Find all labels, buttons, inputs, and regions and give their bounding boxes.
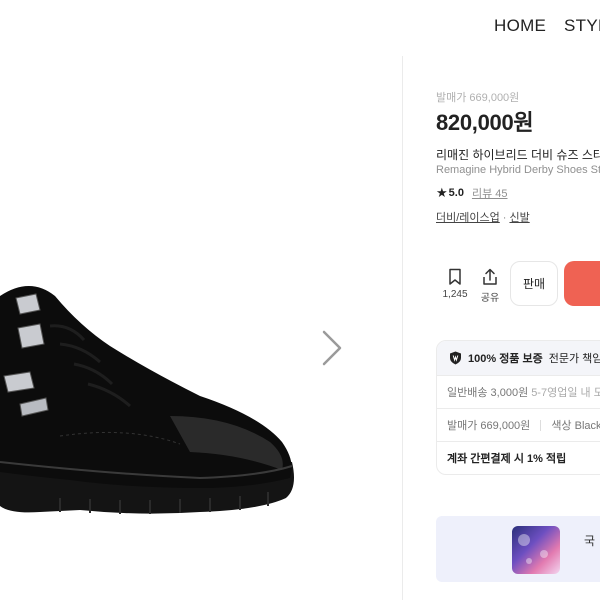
save-count: 1,245 [442, 289, 468, 300]
promo-row[interactable]: 계좌 간편결제 시 1% 적립 [437, 441, 600, 474]
guarantee-subline: 전문가 책임 [548, 353, 600, 365]
share-label: 공유 [480, 293, 500, 304]
product-name-en: Remagine Hybrid Derby Shoes Star [436, 164, 600, 176]
nav-home[interactable]: HOME [494, 16, 546, 36]
review-link[interactable]: 리뷰 45 [472, 185, 508, 201]
release-price-label: 발매가 669,000원 [436, 92, 520, 104]
spec-release-price: 발매가 669,000원 [447, 420, 531, 432]
rating-row: ★ 5.0 리뷰 45 [436, 185, 508, 201]
chevron-right-icon[interactable] [318, 328, 346, 368]
product-image [0, 286, 294, 514]
sell-button[interactable]: 판매 [510, 261, 558, 306]
guarantee-headline: 100% 정품 보증 [468, 353, 543, 365]
guarantee-box: 100% 정품 보증 전문가 책임 일반배송 3,000원 5-7영업일 내 도… [436, 340, 600, 475]
guarantee-header: 100% 정품 보증 전문가 책임 [437, 341, 600, 375]
buy-button[interactable] [564, 261, 600, 306]
shipping-label: 일반배송 3,000원 [447, 387, 529, 399]
nav-style[interactable]: STYLE [564, 16, 600, 36]
promo-banner[interactable]: 국 [436, 516, 600, 582]
shipping-eta: 5-7영업일 내 도 [531, 387, 600, 399]
product-price: 820,000원 [436, 110, 534, 135]
column-divider [402, 56, 403, 600]
category-separator: · [502, 212, 507, 224]
spec-color: 색상 Black [551, 420, 600, 432]
save-button[interactable]: 1,245 [440, 268, 470, 300]
rating-score: 5.0 [448, 187, 464, 199]
product-name-ko[interactable]: 리매진 하이브리드 더비 슈즈 스타 [436, 146, 600, 163]
category-shoes-link[interactable]: 신발 [509, 212, 529, 224]
spec-row: 발매가 669,000원 색상 Black [437, 408, 600, 441]
bookmark-icon [449, 268, 461, 285]
banner-thumbnail [512, 526, 560, 574]
share-button[interactable]: 공유 [475, 268, 505, 304]
category-breadcrumb: 더비/레이스업 · 신발 [436, 209, 530, 225]
shipping-row[interactable]: 일반배송 3,000원 5-7영업일 내 도 [437, 375, 600, 408]
top-nav: HOME STYLE [0, 0, 600, 52]
spec-divider [540, 419, 542, 431]
product-gallery[interactable] [0, 56, 402, 600]
star-icon: ★ [436, 185, 448, 200]
category-derby-link[interactable]: 더비/레이스업 [436, 212, 500, 224]
product-info: 발매가 669,000원 820,000원 리매진 하이브리드 더비 슈즈 스타… [436, 56, 600, 600]
shield-icon [450, 351, 461, 365]
share-icon [483, 268, 497, 285]
banner-text: 국 [584, 534, 596, 548]
